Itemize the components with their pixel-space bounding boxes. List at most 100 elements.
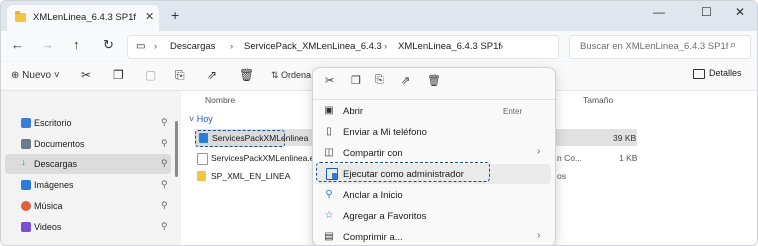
desktop-icon [21,118,31,128]
up-icon[interactable]: ↑ [73,37,80,52]
downloads-icon: ↓ [21,157,26,168]
sidebar-item-label: Imágenes [34,180,74,190]
zip-icon: ▤ [324,231,334,242]
sidebar-item-descargas[interactable]: ↓ Descargas ⚲ [5,154,171,174]
sidebar-item-escritorio[interactable]: Escritorio ⚲ [5,113,171,133]
submenu-arrow-icon: › [537,146,541,157]
menu-item-agregar-favoritos[interactable]: ☆ Agregar a Favoritos [317,206,551,226]
menu-item-label: Anclar a Inicio [343,190,403,201]
file-name: ServicesPackXMLenlinea [212,133,309,143]
file-size: 1 KB [619,153,638,163]
menu-item-enviar-telefono[interactable]: ▯ Enviar a Mi teléfono [317,122,551,142]
pin-icon[interactable]: ⚲ [161,179,168,190]
folder-icon [15,11,26,22]
tab-title: XMLenLinea_6.4.3 SP1f [33,12,136,23]
search-icon: ⌕ [730,39,737,51]
breadcrumb-item[interactable]: XMLenLinea_6.4.3 SP1f [398,41,501,52]
breadcrumb-item[interactable]: Descargas [170,41,215,52]
context-quick-actions: ✂ ❐ ⎘ ⇗ 🗑 [313,68,555,96]
refresh-icon[interactable]: ↻ [103,37,114,53]
maximize-button[interactable]: ☐ [701,5,712,19]
sort-label: Ordena [281,70,312,80]
menu-divider [313,99,555,100]
forward-icon[interactable]: → [41,37,54,52]
installer-file-icon [199,133,208,143]
folder-icon [197,171,206,181]
search-placeholder: Buscar en XMLenLinea_6.4.3 SP1f [580,41,729,52]
menu-item-comprimir[interactable]: ▤ Comprimir a... › [317,227,551,245]
breadcrumb[interactable]: ▭ › Descargas › ServicePack_XMLenLinea_6… [127,35,559,59]
delete-icon[interactable]: 🗑 [239,68,254,82]
menu-item-label: Abrir [343,106,364,117]
submenu-arrow-icon: › [537,230,541,241]
phone-icon: ▯ [326,126,332,137]
computer-icon: ▭ [136,41,146,52]
sidebar-scrollbar[interactable] [175,121,178,177]
menu-item-abrir[interactable]: ▣ Abrir Enter [317,101,551,121]
file-explorer-window: XMLenLinea_6.4.3 SP1f ✕ + — ☐ ✕ ← → ↑ ↻ … [0,0,758,246]
sidebar-item-musica[interactable]: Música ⚲ [5,196,171,216]
new-label: Nuevo [22,70,52,81]
column-header-name[interactable]: Nombre [205,95,235,105]
rename-icon[interactable]: ⎘ [375,74,384,87]
sidebar-item-documentos[interactable]: Documentos ⚲ [5,134,171,154]
exe-file-icon [197,153,208,165]
close-window-button[interactable]: ✕ [735,5,745,19]
menu-item-label: Comprimir a... [343,232,403,243]
music-icon [21,201,31,211]
share-icon[interactable]: ⇗ [401,74,410,87]
sidebar-item-label: Música [34,201,63,211]
selected-file-name-box[interactable]: ServicesPackXMLenlinea [195,130,308,147]
file-type-partial: os [557,171,566,181]
search-input[interactable]: Buscar en XMLenLinea_6.4.3 SP1f ⌕ [569,35,751,59]
menu-item-compartir-con[interactable]: ◫ Compartir con › [317,143,551,163]
pin-icon[interactable]: ⚲ [161,200,168,211]
menu-item-shortcut: Enter [503,107,523,116]
navigation-pane: Escritorio ⚲ Documentos ⚲ ↓ Descargas ⚲ … [1,91,179,245]
paste-icon[interactable]: ▢ [145,68,156,82]
menu-item-anclar-inicio[interactable]: ⚲ Anclar a Inicio [317,185,551,205]
group-label: Hoy [196,114,213,124]
copy-icon[interactable]: ❐ [351,74,361,87]
pin-icon[interactable]: ⚲ [161,221,168,232]
pin-icon[interactable]: ⚲ [161,117,168,128]
pin-icon[interactable]: ⚲ [161,158,168,169]
minimize-button[interactable]: — [653,5,665,19]
column-header-size[interactable]: Tamaño [583,95,613,105]
menu-item-label: Agregar a Favoritos [343,211,427,222]
file-size: 39 KB [613,133,637,143]
title-bar: XMLenLinea_6.4.3 SP1f ✕ + — ☐ ✕ [1,1,757,31]
rename-icon[interactable]: ⎘ [175,68,185,83]
window-tab[interactable]: XMLenLinea_6.4.3 SP1f ✕ [7,5,159,31]
breadcrumb-item[interactable]: ServicePack_XMLenLinea_6.4.3 [244,41,382,52]
focus-indicator [316,162,490,182]
star-icon: ☆ [324,210,334,221]
new-button[interactable]: ⊕ Nuevo ˅ [11,70,60,81]
sidebar-item-label: Descargas [34,159,78,169]
sidebar-item-imagenes[interactable]: Imágenes ⚲ [5,175,171,195]
cut-icon[interactable]: ✂ [325,74,334,87]
sidebar-item-videos[interactable]: Videos ⚲ [5,217,171,237]
sidebar-item-label: Documentos [34,139,85,149]
sidebar-item-label: Videos [34,222,62,232]
new-tab-button[interactable]: + [171,7,179,23]
copy-icon[interactable]: ❐ [113,68,124,82]
share-with-icon: ◫ [324,147,334,158]
back-icon[interactable]: ← [11,37,24,52]
pictures-icon [21,180,31,190]
delete-icon[interactable]: 🗑 [427,74,441,87]
documents-icon [21,139,31,149]
group-header[interactable]: ˅ Hoy [189,114,213,124]
details-label: Detalles [709,68,742,78]
file-type-partial: n Co... [557,153,583,163]
menu-item-label: Enviar a Mi teléfono [343,127,427,138]
open-icon: ▣ [324,105,334,116]
pin-icon[interactable]: ⚲ [161,138,168,149]
file-name: SP_XML_EN_LINEA [211,171,291,181]
sort-button[interactable]: ⇅ Ordena [271,70,311,81]
share-icon[interactable]: ⇗ [207,68,217,82]
file-name: ServicesPackXMLenlinea.exe [211,153,324,163]
close-tab-icon[interactable]: ✕ [145,10,154,23]
cut-icon[interactable]: ✂ [81,68,91,82]
details-pane-icon [693,69,705,79]
